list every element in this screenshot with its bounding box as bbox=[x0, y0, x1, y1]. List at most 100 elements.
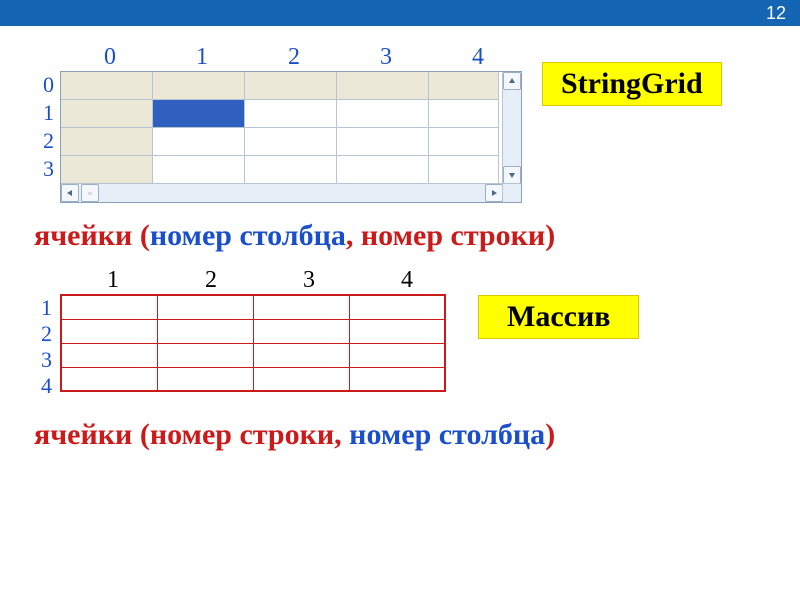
formula-word: ячейки bbox=[34, 219, 132, 252]
cell bbox=[61, 343, 157, 367]
scrollbar-corner bbox=[502, 183, 521, 202]
formula-paren: ( bbox=[132, 219, 150, 252]
cell bbox=[157, 295, 253, 319]
cell bbox=[349, 343, 445, 367]
fixed-cell[interactable] bbox=[61, 128, 153, 156]
cell[interactable] bbox=[245, 156, 337, 184]
cell bbox=[253, 367, 349, 391]
formula-paren: ) bbox=[545, 219, 555, 252]
cell bbox=[157, 343, 253, 367]
grid-row bbox=[61, 100, 503, 128]
formula-col: номер столбца bbox=[150, 219, 346, 252]
fixed-cell[interactable] bbox=[61, 156, 153, 184]
stringgrid-block: 0 1 2 3 4 0 1 2 3 bbox=[34, 44, 766, 203]
formula-comma: , bbox=[334, 418, 349, 451]
table-row bbox=[61, 367, 445, 391]
formula-paren: ( bbox=[132, 418, 150, 451]
row-header: 1 bbox=[34, 101, 60, 129]
cell[interactable] bbox=[429, 156, 499, 184]
slide-content: 0 1 2 3 4 0 1 2 3 bbox=[0, 26, 800, 452]
row-header: 1 bbox=[34, 296, 60, 322]
row-header: 3 bbox=[34, 157, 60, 185]
formula-word: ячейки bbox=[34, 418, 132, 451]
array-table bbox=[60, 294, 446, 392]
cell bbox=[253, 295, 349, 319]
cell[interactable] bbox=[337, 156, 429, 184]
title-bar: 12 bbox=[0, 0, 800, 26]
table-row bbox=[61, 319, 445, 343]
formula-paren: ) bbox=[545, 418, 555, 451]
scroll-thumb[interactable]: ≡ bbox=[81, 184, 99, 202]
row-header: 3 bbox=[34, 348, 60, 374]
formula-array: ячейки (номер строки, номер столбца) bbox=[34, 418, 766, 452]
row-header: 2 bbox=[34, 322, 60, 348]
fixed-cell[interactable] bbox=[153, 72, 245, 100]
col-header: 2 bbox=[162, 267, 260, 294]
cell bbox=[157, 319, 253, 343]
formula-row: номер строки bbox=[361, 219, 545, 252]
cell bbox=[61, 367, 157, 391]
array-main: 1 2 3 4 bbox=[34, 294, 456, 400]
formula-comma: , bbox=[346, 219, 361, 252]
fixed-cell[interactable] bbox=[61, 100, 153, 128]
cell[interactable] bbox=[153, 128, 245, 156]
fixed-cell[interactable] bbox=[61, 72, 153, 100]
col-header: 3 bbox=[340, 44, 432, 71]
cell[interactable] bbox=[429, 128, 499, 156]
formula-row: номер строки bbox=[150, 418, 334, 451]
stringgrid-col-headers: 0 1 2 3 4 bbox=[64, 44, 524, 71]
col-header: 0 bbox=[64, 44, 156, 71]
col-header: 4 bbox=[358, 267, 456, 294]
col-header: 1 bbox=[64, 267, 162, 294]
grid-row bbox=[61, 72, 503, 100]
cell bbox=[253, 343, 349, 367]
col-header: 1 bbox=[156, 44, 248, 71]
array-row-headers: 1 2 3 4 bbox=[34, 296, 60, 400]
cell[interactable] bbox=[337, 100, 429, 128]
array-label: Массив bbox=[478, 295, 639, 339]
row-header: 0 bbox=[34, 73, 60, 101]
scroll-right-icon[interactable] bbox=[485, 184, 503, 202]
cell[interactable] bbox=[429, 100, 499, 128]
cell bbox=[349, 367, 445, 391]
scroll-left-icon[interactable] bbox=[61, 184, 79, 202]
col-header: 4 bbox=[432, 44, 524, 71]
cell[interactable] bbox=[245, 100, 337, 128]
fixed-cell[interactable] bbox=[245, 72, 337, 100]
formula-col: номер столбца bbox=[349, 418, 545, 451]
cell bbox=[61, 319, 157, 343]
col-header: 2 bbox=[248, 44, 340, 71]
stringgrid-main: 0 1 2 3 bbox=[34, 71, 524, 203]
fixed-cell[interactable] bbox=[429, 72, 499, 100]
grid-row bbox=[61, 128, 503, 156]
stringgrid-row-headers: 0 1 2 3 bbox=[34, 73, 60, 185]
vertical-scrollbar[interactable] bbox=[502, 72, 521, 184]
stringgrid-wrap: 0 1 2 3 4 0 1 2 3 bbox=[34, 44, 524, 203]
page-number: 12 bbox=[766, 3, 786, 24]
stringgrid-control[interactable]: ≡ bbox=[60, 71, 522, 203]
cell bbox=[349, 319, 445, 343]
horizontal-scrollbar[interactable]: ≡ bbox=[61, 183, 503, 202]
grid-row bbox=[61, 156, 503, 184]
fixed-cell[interactable] bbox=[337, 72, 429, 100]
row-header: 4 bbox=[34, 374, 60, 400]
formula-stringgrid: ячейки (номер столбца, номер строки) bbox=[34, 219, 766, 253]
cell bbox=[61, 295, 157, 319]
cell bbox=[349, 295, 445, 319]
cell bbox=[253, 319, 349, 343]
col-header: 3 bbox=[260, 267, 358, 294]
selected-cell[interactable] bbox=[153, 100, 245, 128]
stringgrid-label: StringGrid bbox=[542, 62, 722, 106]
array-col-headers: 1 2 3 4 bbox=[64, 267, 456, 294]
scroll-up-icon[interactable] bbox=[503, 72, 521, 90]
table-row bbox=[61, 295, 445, 319]
cell[interactable] bbox=[153, 156, 245, 184]
array-wrap: 1 2 3 4 1 2 3 4 bbox=[34, 267, 456, 400]
cell bbox=[157, 367, 253, 391]
table-row bbox=[61, 343, 445, 367]
cell[interactable] bbox=[245, 128, 337, 156]
row-header: 2 bbox=[34, 129, 60, 157]
array-block: 1 2 3 4 1 2 3 4 Массив bbox=[34, 267, 766, 400]
scroll-down-icon[interactable] bbox=[503, 166, 521, 184]
cell[interactable] bbox=[337, 128, 429, 156]
